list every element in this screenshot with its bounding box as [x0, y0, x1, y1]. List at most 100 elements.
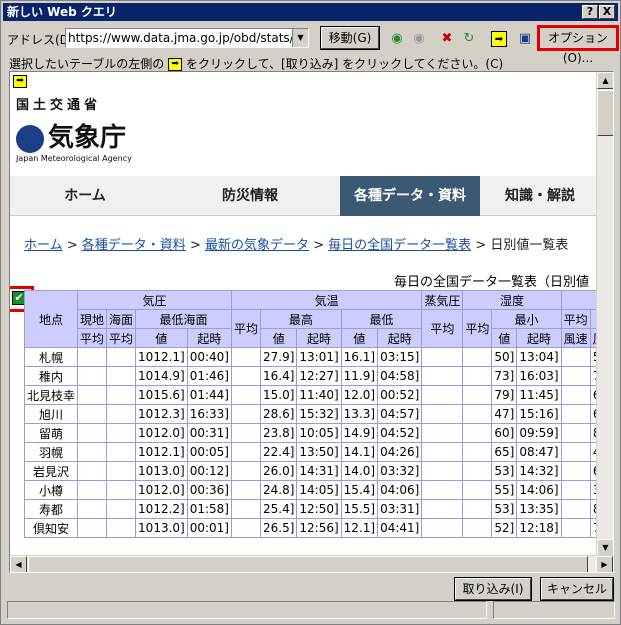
table-row: 旭川 1012.3] 16:33] 28.6] 15:32] 13.3] 04:57] 47]…: [23, 404, 613, 424]
table-cell: 12:18]: [516, 518, 562, 538]
header-time: 起時: [516, 328, 562, 348]
table-cell: 03:31]: [377, 499, 423, 519]
table-cell: 55]: [491, 480, 518, 500]
table-cell: [106, 423, 137, 443]
help-button[interactable]: ?: [582, 5, 598, 19]
save-query-icon[interactable]: ▣: [517, 31, 533, 47]
vertical-scrollbar[interactable]: ▲ ▼: [596, 72, 613, 556]
table-cell: [560, 499, 591, 519]
scroll-right-icon[interactable]: ▶: [596, 556, 613, 572]
weather-table: 地点 気圧 気温 蒸気圧 湿度 現地 海面 最低海面 平均 最高 最低 平均 平…: [23, 290, 613, 538]
table-cell: [77, 404, 108, 424]
crumb-home[interactable]: ホーム: [24, 238, 63, 253]
crumb-latest[interactable]: 最新の気象データ: [205, 238, 309, 253]
table-cell: 04:58]: [377, 366, 423, 386]
table-cell: 16:33]: [186, 404, 232, 424]
forward-icon[interactable]: ◉: [411, 31, 427, 47]
vertical-scroll-thumb[interactable]: [597, 90, 613, 136]
select-arrow-icon[interactable]: ➡: [491, 31, 507, 47]
table-cell: [230, 347, 262, 367]
instruction-before: 選択したいテーブルの左側の: [9, 57, 165, 71]
status-pane-text: [7, 601, 487, 619]
table-cell: [77, 461, 108, 481]
table-cell: 1012.0]: [135, 423, 188, 443]
nav-data[interactable]: 各種データ・資料: [340, 176, 480, 216]
table-cell: [560, 480, 591, 500]
table-cell: 73]: [491, 366, 518, 386]
horizontal-scroll-thumb[interactable]: [28, 556, 588, 572]
table-row: 羽幌 1012.1] 00:05] 22.4] 13:50] 14.1] 04:26] 65]…: [23, 442, 613, 462]
header-station: 地点: [23, 290, 79, 348]
table-cell: 04:41]: [377, 518, 423, 538]
scroll-left-icon[interactable]: ◀: [10, 556, 27, 572]
station-name: 留萌: [23, 423, 79, 443]
header-value: 値: [340, 328, 379, 348]
breadcrumb: ホーム > 各種データ・資料 > 最新の気象データ > 毎日の全国データ一覧表 …: [24, 238, 569, 253]
table-cell: 16:03]: [516, 366, 562, 386]
table-cell: [560, 423, 591, 443]
back-icon[interactable]: ◉: [389, 31, 405, 47]
table-cell: [230, 404, 262, 424]
table-cell: [421, 404, 464, 424]
options-button[interactable]: オプション(O)...: [537, 25, 619, 65]
table-cell: 13:04]: [516, 347, 562, 367]
table-cell: 04:26]: [377, 442, 423, 462]
nav-home[interactable]: ホーム: [10, 176, 160, 216]
table-cell: 14:31]: [296, 461, 342, 481]
title-bar: 新しい Web クエリ ? X: [3, 3, 618, 21]
address-input[interactable]: https://www.data.jma.go.jp/obd/stats/dat…: [65, 28, 309, 48]
nav-disaster[interactable]: 防災情報: [160, 176, 340, 216]
scroll-down-icon[interactable]: ▼: [597, 539, 613, 556]
header-humidity: 湿度: [462, 290, 562, 310]
table-cell: [462, 442, 493, 462]
table-cell: [77, 442, 108, 462]
table-cell: 53]: [491, 461, 518, 481]
horizontal-scrollbar[interactable]: ◀ ▶: [10, 555, 613, 572]
cancel-button[interactable]: キャンセル: [540, 577, 614, 601]
table-cell: 03:32]: [377, 461, 423, 481]
agency-name: 気象庁: [48, 123, 127, 153]
table-row: 札幌 1012.1] 00:40] 27.9] 13:01] 16.1] 03:15] 50]…: [23, 347, 613, 367]
table-cell: [230, 480, 262, 500]
scroll-up-icon[interactable]: ▲: [597, 72, 613, 89]
header-time: 起時: [296, 328, 342, 348]
address-dropdown-icon[interactable]: ▼: [292, 29, 308, 47]
agency-english: Japan Meteorological Agency: [16, 154, 132, 163]
address-toolbar: アドレス(D): https://www.data.jma.go.jp/obd/…: [3, 23, 619, 65]
go-button[interactable]: 移動(G): [320, 26, 380, 50]
station-name: 北見枝幸: [23, 385, 79, 405]
refresh-icon[interactable]: ↻: [461, 31, 477, 47]
select-page-arrow-icon[interactable]: ➡: [13, 75, 27, 88]
status-bar: [7, 601, 615, 619]
crumb-daily[interactable]: 毎日の全国データ一覧表: [328, 238, 471, 253]
header-value: 値: [491, 328, 518, 348]
table-row: 倶知安 1013.0] 00:01] 26.5] 12:56] 12.1] 04:41] 52…: [23, 518, 613, 538]
table-cell: [230, 442, 262, 462]
table-row: 北見枝幸 1015.6] 01:44] 15.0] 11:40] 12.0] 00:52] 7…: [23, 385, 613, 405]
table-cell: [106, 404, 137, 424]
table-cell: [462, 518, 493, 538]
header-sea: 海面: [106, 309, 137, 329]
header-avg-2: 平均: [106, 328, 137, 348]
stop-icon[interactable]: ✖: [439, 31, 455, 47]
header-temperature: 気温: [230, 290, 423, 310]
header-local: 現地: [77, 309, 108, 329]
table-cell: 08:47]: [516, 442, 562, 462]
header-avg-1: 平均: [77, 328, 108, 348]
nav-knowledge[interactable]: 知識・解説: [480, 176, 600, 216]
station-name: 倶知安: [23, 518, 79, 538]
table-cell: 11:45]: [516, 385, 562, 405]
instruction-after: をクリックして、[取り込み] をクリックしてください。(C): [185, 57, 504, 71]
import-button[interactable]: 取り込み(I): [454, 577, 532, 601]
close-button[interactable]: X: [599, 5, 615, 19]
table-cell: 1012.1]: [135, 347, 188, 367]
table-cell: [106, 385, 137, 405]
table-cell: 53]: [491, 499, 518, 519]
crumb-data[interactable]: 各種データ・資料: [82, 238, 186, 253]
table-cell: [560, 461, 591, 481]
header-min: 最低: [340, 309, 423, 329]
table-cell: 12:50]: [296, 499, 342, 519]
table-cell: [560, 404, 591, 424]
table-cell: 11:40]: [296, 385, 342, 405]
table-cell: 00:01]: [186, 518, 232, 538]
